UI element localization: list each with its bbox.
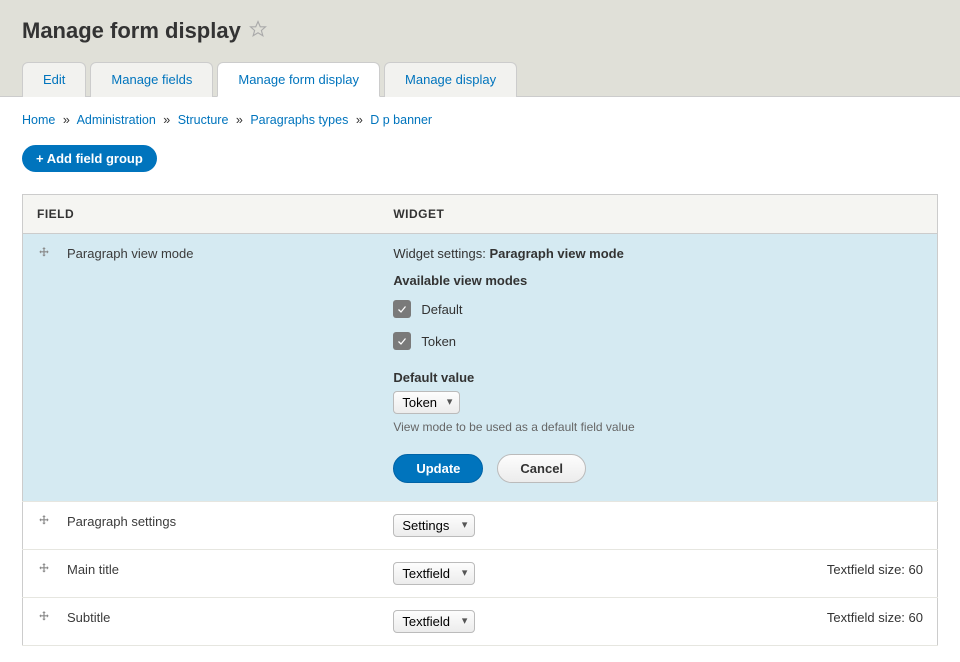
checkbox-label: Default [421, 302, 462, 317]
checkbox-row-default: Default [393, 300, 923, 318]
add-field-group-button[interactable]: + Add field group [22, 145, 157, 172]
drag-handle-icon[interactable] [37, 246, 51, 263]
widget-select-wrap: Textfield [393, 562, 475, 585]
breadcrumb-paragraphs-types[interactable]: Paragraphs types [250, 113, 348, 127]
row-summary [800, 502, 937, 550]
checkbox-default[interactable] [393, 300, 411, 318]
widget-settings-prefix: Widget settings: [393, 246, 489, 261]
tab-manage-fields[interactable]: Manage fields [90, 62, 213, 97]
widget-settings-panel: Widget settings: Paragraph view mode Ava… [393, 246, 923, 483]
breadcrumb-dp-banner[interactable]: D p banner [370, 113, 432, 127]
drag-handle-icon[interactable] [37, 562, 51, 579]
tab-manage-form-display[interactable]: Manage form display [217, 62, 380, 97]
table-row: Main title Textfield Textfield size: 60 [23, 550, 938, 598]
table-row: Subtitle Textfield Textfield size: 60 [23, 598, 938, 646]
page-title-text: Manage form display [22, 18, 241, 44]
breadcrumb-sep: » [163, 113, 170, 127]
widget-settings-name: Paragraph view mode [489, 246, 623, 261]
default-value-hint: View mode to be used as a default field … [393, 420, 923, 434]
available-view-modes-heading: Available view modes [393, 273, 923, 288]
field-label: Subtitle [67, 610, 110, 625]
header-region: Manage form display Edit Manage fields M… [0, 0, 960, 97]
breadcrumb-sep: » [356, 113, 363, 127]
checkbox-token[interactable] [393, 332, 411, 350]
field-label: Paragraph settings [67, 514, 176, 529]
checkbox-row-token: Token [393, 332, 923, 350]
field-label: Paragraph view mode [67, 246, 193, 261]
primary-tabs: Edit Manage fields Manage form display M… [22, 62, 938, 97]
widget-select-wrap: Textfield [393, 610, 475, 633]
update-button[interactable]: Update [393, 454, 483, 483]
breadcrumb-structure[interactable]: Structure [178, 113, 229, 127]
field-label: Main title [67, 562, 119, 577]
breadcrumb-sep: » [63, 113, 70, 127]
breadcrumb-sep: » [236, 113, 243, 127]
th-widget: WIDGET [379, 195, 800, 234]
row-summary: Textfield size: 60 [800, 550, 937, 598]
star-icon[interactable] [249, 18, 267, 44]
breadcrumb-home[interactable]: Home [22, 113, 55, 127]
default-value-select[interactable]: Token [393, 391, 460, 414]
widget-settings-actions: Update Cancel [393, 454, 923, 483]
checkbox-label: Token [421, 334, 456, 349]
widget-select[interactable]: Textfield [393, 610, 475, 633]
widget-select-wrap: Settings [393, 514, 475, 537]
breadcrumb-administration[interactable]: Administration [77, 113, 156, 127]
default-value-select-wrap: Token [393, 391, 460, 414]
drag-handle-icon[interactable] [37, 514, 51, 531]
table-row: Paragraph view mode Widget settings: Par… [23, 234, 938, 502]
cancel-button[interactable]: Cancel [497, 454, 586, 483]
breadcrumb: Home » Administration » Structure » Para… [22, 113, 938, 127]
widget-select[interactable]: Textfield [393, 562, 475, 585]
page-title: Manage form display [22, 18, 938, 44]
widget-settings-title: Widget settings: Paragraph view mode [393, 246, 923, 261]
tab-edit[interactable]: Edit [22, 62, 86, 97]
th-summary [800, 195, 937, 234]
tab-manage-display[interactable]: Manage display [384, 62, 517, 97]
fields-table: FIELD WIDGET Paragraph view mode [22, 194, 938, 646]
th-field: FIELD [23, 195, 380, 234]
row-summary: Textfield size: 60 [800, 598, 937, 646]
widget-select[interactable]: Settings [393, 514, 475, 537]
content: Home » Administration » Structure » Para… [0, 97, 960, 662]
default-value-label: Default value [393, 370, 923, 385]
drag-handle-icon[interactable] [37, 610, 51, 627]
table-row: Paragraph settings Settings [23, 502, 938, 550]
